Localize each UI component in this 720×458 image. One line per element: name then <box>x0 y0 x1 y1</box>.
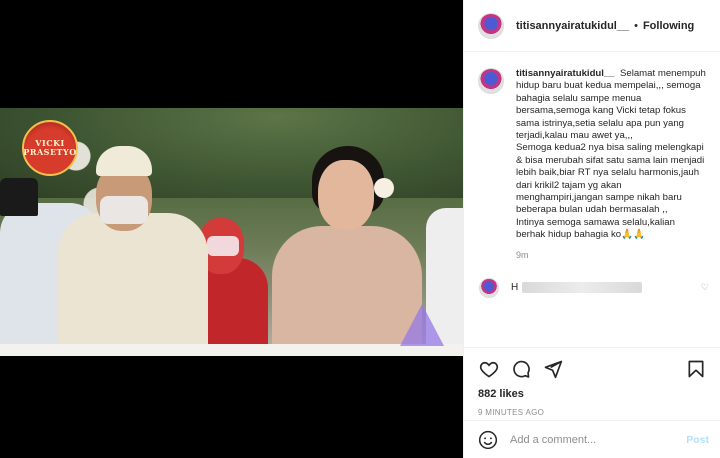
groom-mask <box>100 196 148 224</box>
likes-count[interactable]: 882 likes <box>478 388 707 400</box>
post-side-panel: titisannyairatukidul__ • Following titis… <box>463 0 720 458</box>
blurred-comment-text <box>522 282 643 294</box>
caption-body: titisannyairatukidul__ Selamat menempuh … <box>516 68 706 260</box>
post-media[interactable]: VICKI PRASETYO <box>0 0 463 458</box>
caption-paragraph-2: Semoga kedua2 nya bisa saling melengkapi… <box>516 142 705 216</box>
caption-time: 9m <box>516 249 529 260</box>
caption-paragraph-3: Intinya semoga samawa selalu,kalian berh… <box>516 216 675 241</box>
author-username[interactable]: titisannyairatukidul__ <box>516 20 629 32</box>
post-button[interactable]: Post <box>686 434 709 446</box>
watermark-logo <box>400 304 444 346</box>
heart-icon[interactable] <box>478 358 500 380</box>
bride-hair-flower <box>374 178 394 198</box>
caption-paragraph: titisannyairatukidul__ Selamat menempuh … <box>516 68 706 142</box>
caption-comment: titisannyairatukidul__ Selamat menempuh … <box>478 68 709 260</box>
guest-red-mask <box>207 236 239 256</box>
comment-like-icon[interactable]: ♡ <box>701 282 709 293</box>
comment-input[interactable] <box>510 433 687 446</box>
commenter-avatar[interactable] <box>479 277 499 298</box>
comment-icon[interactable] <box>510 358 532 380</box>
bride-head <box>318 160 374 230</box>
bookmark-icon[interactable] <box>685 358 707 380</box>
add-comment-bar: Post <box>464 420 720 458</box>
post-actions-section: 882 likes 9 MINUTES AGO <box>464 347 720 417</box>
post-header: titisannyairatukidul__ • Following <box>464 0 720 52</box>
commenter-name-initial[interactable]: H <box>511 282 518 293</box>
author-avatar[interactable] <box>478 12 504 39</box>
channel-logo: VICKI PRASETYO <box>22 120 78 176</box>
video-frame[interactable]: VICKI PRASETYO <box>0 108 463 356</box>
caption-avatar[interactable] <box>478 68 504 94</box>
share-icon[interactable] <box>542 358 564 380</box>
caption-text: titisannyairatukidul__ Selamat menempuh … <box>516 68 706 242</box>
table-cloth <box>0 344 463 356</box>
caption-username[interactable]: titisannyairatukidul__ <box>516 68 615 79</box>
action-bar <box>478 354 707 384</box>
comment-row: H ♡ <box>478 277 709 298</box>
guest-left-cap <box>0 178 38 216</box>
comments-section[interactable]: titisannyairatukidul__ Selamat menempuh … <box>464 52 720 347</box>
following-button[interactable]: Following <box>643 20 694 32</box>
groom <box>58 213 208 356</box>
post-timestamp[interactable]: 9 MINUTES AGO <box>478 408 707 417</box>
header-separator: • <box>634 19 638 32</box>
emoji-icon[interactable] <box>478 430 498 450</box>
channel-logo-text: VICKI PRASETYO <box>23 138 77 157</box>
